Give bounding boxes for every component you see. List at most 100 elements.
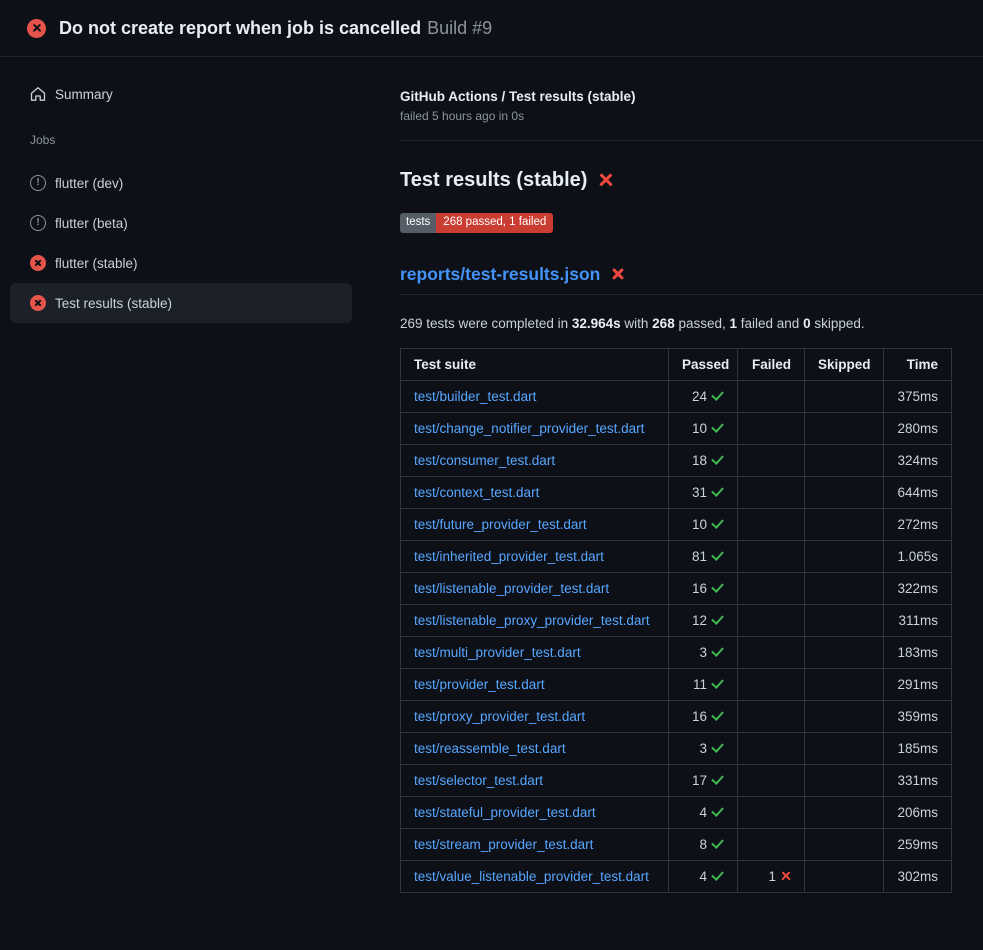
suite-link[interactable]: test/future_provider_test.dart [414, 517, 587, 532]
report-file-link[interactable]: reports/test-results.json [400, 263, 600, 285]
failed-cell [738, 796, 805, 828]
count-value: 4 [699, 869, 707, 884]
suite-link[interactable]: test/selector_test.dart [414, 773, 543, 788]
skipped-cell [805, 732, 884, 764]
passed-cell: 12 [669, 604, 738, 636]
page-body: Summary Jobs !flutter (dev)! flutter (bet… [0, 57, 983, 893]
suite-link[interactable]: test/value_listenable_provider_test.dart [414, 869, 649, 884]
results-summary: 269 tests were completed in 32.964s with… [400, 315, 983, 332]
skipped-cell [805, 828, 884, 860]
suite-link[interactable]: test/consumer_test.dart [414, 453, 555, 468]
failed-cell: 1 [738, 860, 805, 892]
time-cell: 1.065s [884, 540, 952, 572]
passed-cell: 8 [669, 828, 738, 860]
suite-cell: test/future_provider_test.dart [401, 508, 669, 540]
sidebar-job-flutter-beta[interactable]: ! flutter (beta) [10, 203, 352, 243]
check-icon [711, 390, 724, 402]
time-cell: 259ms [884, 828, 952, 860]
suite-link[interactable]: test/inherited_provider_test.dart [414, 549, 604, 564]
results-table-header-row: Test suitePassedFailedSkippedTime [401, 348, 952, 380]
suite-link[interactable]: test/listenable_proxy_provider_test.dart [414, 613, 650, 628]
build-failed-icon [27, 19, 46, 38]
skipped-cell [805, 700, 884, 732]
alert-circle-icon: ! [30, 215, 46, 231]
table-row: test/value_listenable_provider_test.dart… [401, 860, 952, 892]
count-value: 16 [692, 581, 707, 596]
passed-cell: 10 [669, 508, 738, 540]
column-header-skipped: Skipped [805, 348, 884, 380]
suite-link[interactable]: test/multi_provider_test.dart [414, 645, 581, 660]
summary-passed-count: 268 [652, 316, 675, 331]
summary-text: skipped. [811, 316, 865, 331]
sidebar: Summary Jobs !flutter (dev)! flutter (bet… [0, 57, 380, 323]
suite-link[interactable]: test/provider_test.dart [414, 677, 545, 692]
check-icon [711, 774, 724, 786]
time-cell: 302ms [884, 860, 952, 892]
report-heading-row: reports/test-results.json [400, 263, 983, 295]
count-value: 10 [692, 421, 707, 436]
suite-link[interactable]: test/context_test.dart [414, 485, 539, 500]
count-value: 3 [699, 741, 707, 756]
sidebar-job-flutter-stable[interactable]: flutter (stable) [10, 243, 352, 283]
passed-cell: 10 [669, 412, 738, 444]
count-value: 10 [692, 517, 707, 532]
check-icon [711, 646, 724, 658]
run-meta: failed 5 hours ago in 0s [400, 109, 983, 123]
suite-cell: test/consumer_test.dart [401, 444, 669, 476]
count-value: 8 [699, 837, 707, 852]
time-cell: 206ms [884, 796, 952, 828]
time-cell: 644ms [884, 476, 952, 508]
skipped-cell [805, 860, 884, 892]
suite-cell: test/provider_test.dart [401, 668, 669, 700]
check-icon [711, 838, 724, 850]
check-icon [711, 870, 724, 882]
column-header-time: Time [884, 348, 952, 380]
suite-cell: test/inherited_provider_test.dart [401, 540, 669, 572]
sidebar-job-test-results-stable[interactable]: Test results (stable) [10, 283, 352, 323]
failed-cell [738, 668, 805, 700]
job-label: flutter (stable) [55, 256, 138, 271]
jobs-list: !flutter (dev)! flutter (beta) flutter (st… [10, 163, 352, 323]
table-row: test/stream_provider_test.dart 8 259ms [401, 828, 952, 860]
badge-row: tests 268 passed, 1 failed [400, 213, 983, 233]
count-value: 81 [692, 549, 707, 564]
suite-cell: test/listenable_provider_test.dart [401, 572, 669, 604]
check-icon [711, 582, 724, 594]
header-divider [400, 140, 983, 141]
x-icon [780, 871, 791, 882]
suite-link[interactable]: test/stateful_provider_test.dart [414, 805, 596, 820]
suite-link[interactable]: test/reassemble_test.dart [414, 741, 566, 756]
table-row: test/future_provider_test.dart 10 272ms [401, 508, 952, 540]
main-content: GitHub Actions / Test results (stable) f… [380, 57, 983, 893]
count-value: 1 [768, 869, 776, 884]
check-icon [711, 678, 724, 690]
tests-badge: tests 268 passed, 1 failed [400, 213, 553, 233]
table-row: test/selector_test.dart17331ms [401, 764, 952, 796]
job-label: flutter (beta) [55, 216, 128, 231]
table-row: test/listenable_proxy_provider_test.dart… [401, 604, 952, 636]
suite-link[interactable]: test/stream_provider_test.dart [414, 837, 593, 852]
check-icon [711, 710, 724, 722]
sidebar-item-summary[interactable]: Summary [10, 79, 352, 109]
check-icon [711, 550, 724, 562]
suite-cell: test/stateful_provider_test.dart [401, 796, 669, 828]
failed-cell [738, 412, 805, 444]
column-header-failed: Failed [738, 348, 805, 380]
time-cell: 272ms [884, 508, 952, 540]
table-row: test/provider_test.dart11291ms [401, 668, 952, 700]
results-heading-row: Test results (stable) [400, 167, 983, 193]
count-value: 12 [692, 613, 707, 628]
count-value: 16 [692, 709, 707, 724]
summary-text: passed, [675, 316, 730, 331]
jobs-section-label: Jobs [30, 133, 352, 147]
sidebar-job-flutter-dev[interactable]: !flutter (dev) [10, 163, 352, 203]
suite-link[interactable]: test/change_notifier_provider_test.dart [414, 421, 644, 436]
suite-link[interactable]: test/listenable_provider_test.dart [414, 581, 609, 596]
suite-link[interactable]: test/proxy_provider_test.dart [414, 709, 585, 724]
build-header: Do not create report when job is cancell… [0, 0, 983, 57]
count-value: 31 [692, 485, 707, 500]
count-value: 11 [693, 677, 707, 692]
suite-link[interactable]: test/builder_test.dart [414, 389, 536, 404]
failed-cell [738, 540, 805, 572]
suite-cell: test/multi_provider_test.dart [401, 636, 669, 668]
